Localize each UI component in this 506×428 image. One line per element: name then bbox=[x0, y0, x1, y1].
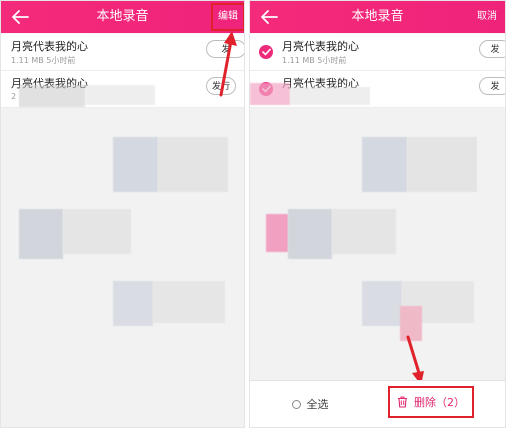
blurred-block bbox=[362, 281, 402, 326]
page-title: 本地录音 bbox=[96, 9, 149, 24]
blurred-block bbox=[250, 83, 290, 105]
right-screen: 本地录音 取消 月亮代表我的心 1.11 MB 5小时前 发 月亮代表我的心 发 bbox=[249, 0, 506, 428]
back-button[interactable] bbox=[7, 5, 33, 29]
send-button[interactable]: 发 bbox=[206, 40, 244, 58]
blurred-block bbox=[113, 281, 153, 326]
blurred-block bbox=[19, 85, 85, 107]
trash-icon bbox=[398, 396, 407, 408]
blurred-block bbox=[85, 85, 155, 105]
delete-label: 删除（2） bbox=[414, 396, 465, 409]
radio-icon bbox=[291, 399, 301, 409]
blurred-block bbox=[407, 137, 477, 192]
blurred-block bbox=[288, 209, 332, 259]
checkmark-icon bbox=[261, 48, 271, 56]
back-arrow-icon bbox=[12, 10, 29, 24]
send-button[interactable]: 发 bbox=[479, 77, 505, 95]
header-bar: 本地录音 取消 bbox=[250, 1, 505, 33]
blurred-block bbox=[290, 87, 370, 105]
left-screen: 本地录音 编辑 月亮代表我的心 1.11 MB 5小时前 发 月亮代表我的心 2… bbox=[0, 0, 245, 428]
recording-title: 月亮代表我的心 bbox=[282, 40, 359, 53]
blurred-block bbox=[113, 137, 158, 192]
select-all-label: 全选 bbox=[306, 398, 329, 411]
back-arrow-icon bbox=[261, 10, 278, 24]
blurred-block bbox=[332, 209, 396, 254]
header-bar: 本地录音 编辑 bbox=[1, 1, 244, 33]
blurred-block bbox=[400, 306, 422, 341]
send-button[interactable]: 发 bbox=[479, 40, 505, 58]
delete-button[interactable]: 删除（2） bbox=[392, 389, 470, 415]
recording-title: 月亮代表我的心 bbox=[11, 40, 88, 53]
send-button[interactable]: 发行 bbox=[206, 77, 236, 95]
checked-checkbox[interactable] bbox=[259, 45, 273, 59]
list-item[interactable]: 月亮代表我的心 1.11 MB 5小时前 发 bbox=[250, 34, 505, 71]
page-title: 本地录音 bbox=[351, 9, 404, 24]
recording-meta: 1.11 MB 5小时前 bbox=[11, 56, 76, 65]
blurred-block bbox=[158, 137, 228, 192]
blurred-block bbox=[63, 209, 131, 254]
back-button[interactable] bbox=[256, 5, 282, 29]
edit-button[interactable]: 编辑 bbox=[218, 1, 238, 33]
list-item[interactable]: 月亮代表我的心 1.11 MB 5小时前 发 bbox=[1, 34, 244, 71]
bottom-action-bar: 全选 删除（2） bbox=[250, 380, 505, 427]
select-all-button[interactable]: 全选 bbox=[250, 381, 370, 427]
blurred-block bbox=[153, 281, 225, 323]
blurred-block bbox=[266, 214, 288, 252]
recording-meta: 1.11 MB 5小时前 bbox=[282, 56, 347, 65]
recording-meta: 2 bbox=[11, 92, 17, 101]
blurred-block bbox=[19, 209, 63, 259]
blurred-block bbox=[362, 137, 407, 192]
cancel-button[interactable]: 取消 bbox=[477, 1, 497, 33]
